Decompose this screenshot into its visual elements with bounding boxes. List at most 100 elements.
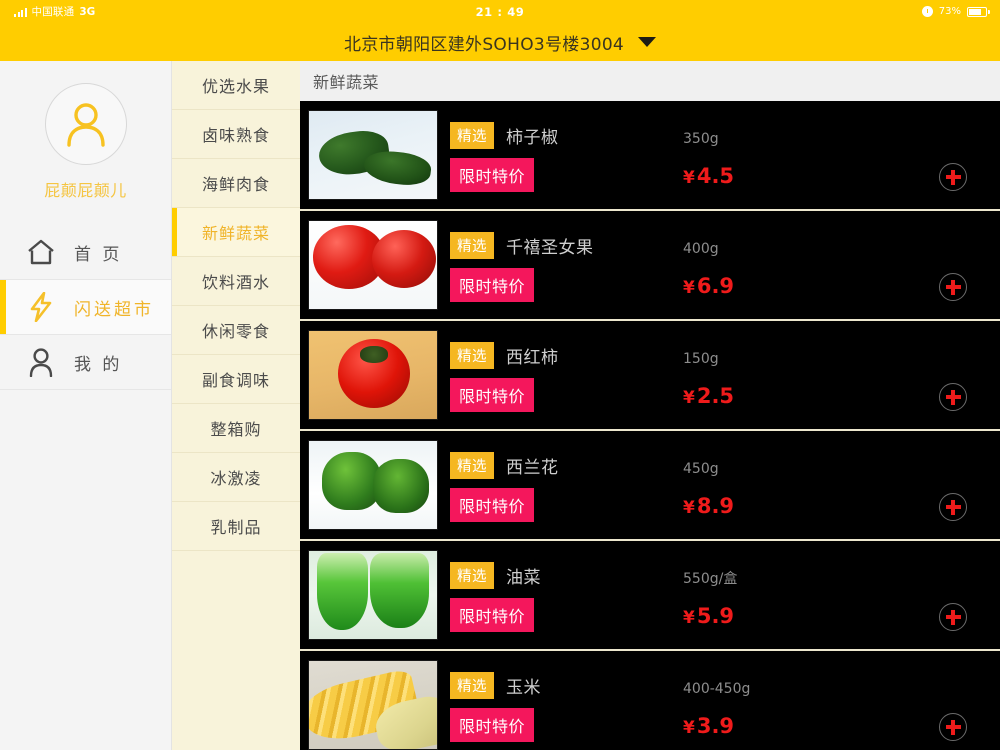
price-value: 3.9	[696, 714, 735, 738]
add-to-cart-plus-icon[interactable]	[939, 713, 967, 741]
app-root: 中国联通 3G 21 : 49 73% 北京市朝阳区建外SOHO3号楼3004 …	[0, 0, 1000, 750]
address-label: 北京市朝阳区建外SOHO3号楼3004	[343, 34, 625, 55]
featured-badge: 精选	[450, 121, 494, 149]
battery-icon	[967, 6, 990, 17]
limited-deal-badge: 限时特价	[450, 378, 535, 412]
product-weight: 400-450g	[683, 681, 751, 697]
product-row[interactable]: 精选 西红柿限时特价 150g ¥2.5	[300, 321, 1000, 431]
product-info: 精选 玉米限时特价	[438, 668, 683, 742]
product-price: ¥2.5	[683, 384, 873, 408]
featured-badge: 精选	[450, 671, 494, 699]
category-item-label: 优选水果	[201, 77, 270, 96]
username-label: 屁颠屁颠儿	[44, 181, 127, 200]
product-name-row: 精选 玉米	[450, 668, 683, 702]
product-name-row: 精选 油菜	[450, 558, 683, 592]
add-button-wrap	[873, 541, 1000, 649]
product-weight: 150g	[683, 351, 719, 367]
address-selector[interactable]: 北京市朝阳区建外SOHO3号楼3004	[0, 23, 1000, 61]
add-button-wrap	[873, 211, 1000, 319]
product-row[interactable]: 精选 千禧圣女果 限时特价 400g ¥6.9	[300, 211, 1000, 321]
limited-deal-badge: 限时特价	[450, 708, 535, 742]
category-item[interactable]: 冰激凌	[172, 453, 300, 502]
sidebar-item-home-label: 首 页	[74, 244, 123, 265]
category-item[interactable]: 休闲零食	[172, 306, 300, 355]
category-item[interactable]: 副食调味	[172, 355, 300, 404]
category-item-label: 卤味熟食	[201, 126, 270, 145]
price-value: 6.9	[696, 274, 735, 298]
product-name-row: 精选 千禧圣女果	[450, 228, 683, 262]
currency-symbol: ¥	[683, 498, 695, 518]
limited-deal-badge: 限时特价	[450, 268, 535, 302]
product-numbers: 350g ¥4.5	[683, 122, 873, 188]
product-info: 精选 油菜 限时特价	[438, 558, 683, 632]
featured-badge: 精选	[450, 341, 494, 369]
category-item[interactable]: 饮料酒水	[172, 257, 300, 306]
product-photo-icon	[309, 551, 437, 639]
sidebar-item-flash-market[interactable]: 闪送超市	[0, 280, 171, 335]
product-row[interactable]: 精选 油菜 限时特价 550g/盒 ¥5.9	[300, 541, 1000, 651]
category-item[interactable]: 新鲜蔬菜	[172, 208, 300, 257]
add-to-cart-plus-icon[interactable]	[939, 273, 967, 301]
chevron-down-icon[interactable]	[638, 37, 657, 47]
product-numbers: 400g ¥6.9	[683, 232, 873, 298]
product-photo-icon	[309, 441, 437, 529]
product-thumbnail[interactable]	[308, 440, 438, 530]
alarm-clock-icon	[921, 6, 933, 17]
add-button-wrap	[873, 651, 1000, 750]
product-thumbnail[interactable]	[308, 660, 438, 750]
category-item[interactable]: 乳制品	[172, 502, 300, 551]
sidebar-item-mine[interactable]: 我 的	[0, 335, 171, 390]
sidebar-nav: 首 页 闪送超市 我 的	[0, 225, 171, 390]
product-price: ¥3.9	[683, 714, 873, 738]
product-row[interactable]: 精选 柿子椒 限时特价 350g ¥4.5	[300, 101, 1000, 211]
product-weight: 450g	[683, 461, 719, 477]
product-numbers: 450g ¥8.9	[683, 452, 873, 518]
category-item[interactable]: 海鲜肉食	[172, 159, 300, 208]
add-to-cart-plus-icon[interactable]	[939, 163, 967, 191]
product-price: ¥4.5	[683, 164, 873, 188]
product-name: 西红柿	[506, 347, 559, 368]
sidebar-item-home[interactable]: 首 页	[0, 225, 171, 280]
category-item-label: 新鲜蔬菜	[201, 224, 270, 243]
currency-symbol: ¥	[683, 718, 695, 738]
add-to-cart-plus-icon[interactable]	[939, 383, 967, 411]
status-bar: 中国联通 3G 21 : 49 73%	[0, 0, 1000, 23]
product-row[interactable]: 精选 玉米 限时特价 400-450g ¥3.9	[300, 651, 1000, 750]
limited-deal-badge: 限时特价	[450, 158, 535, 192]
product-weight: 350g	[683, 131, 719, 147]
product-name-row: 精选 西红柿	[450, 338, 683, 372]
product-photo-icon	[309, 331, 437, 419]
product-weight: 550g/盒	[683, 571, 738, 587]
product-panel: 新鲜蔬菜 精选 柿子椒 限时特价 350g ¥4.5 精选 千禧圣女果 限时特价 400g ¥6.…	[300, 61, 1000, 750]
product-row[interactable]: 精选 西兰花 限时特价 450g ¥8.9	[300, 431, 1000, 541]
product-name: 玉米	[506, 677, 541, 698]
currency-symbol: ¥	[683, 278, 695, 298]
left-sidebar: 屁颠屁颠儿 首 页 闪送超市 我 的	[0, 61, 172, 750]
product-thumbnail[interactable]	[308, 110, 438, 200]
add-to-cart-plus-icon[interactable]	[939, 603, 967, 631]
category-item-label: 饮料酒水	[201, 273, 270, 292]
product-photo-icon	[309, 661, 437, 749]
user-avatar-icon	[66, 103, 105, 147]
add-button-wrap	[873, 101, 1000, 209]
product-info: 精选 柿子椒 限时特价	[438, 118, 683, 192]
product-price: ¥5.9	[683, 604, 873, 628]
product-name-row: 精选 柿子椒	[450, 118, 683, 152]
category-item[interactable]: 优选水果	[172, 61, 300, 110]
avatar[interactable]	[44, 83, 127, 165]
profile-block[interactable]: 屁颠屁颠儿	[0, 61, 171, 201]
product-thumbnail[interactable]	[308, 330, 438, 420]
product-weight: 400g	[683, 241, 719, 257]
product-thumbnail[interactable]	[308, 220, 438, 310]
add-to-cart-plus-icon[interactable]	[939, 493, 967, 521]
currency-symbol: ¥	[683, 168, 695, 188]
currency-symbol: ¥	[683, 388, 695, 408]
product-thumbnail[interactable]	[308, 550, 438, 640]
category-item[interactable]: 卤味熟食	[172, 110, 300, 159]
battery-percent-label: 73%	[938, 6, 961, 17]
product-name: 千禧圣女果	[506, 237, 594, 258]
product-photo-icon	[309, 111, 437, 199]
product-info: 精选 千禧圣女果 限时特价	[438, 228, 683, 302]
product-name-row: 精选 西兰花	[450, 448, 683, 482]
category-item[interactable]: 整箱购	[172, 404, 300, 453]
